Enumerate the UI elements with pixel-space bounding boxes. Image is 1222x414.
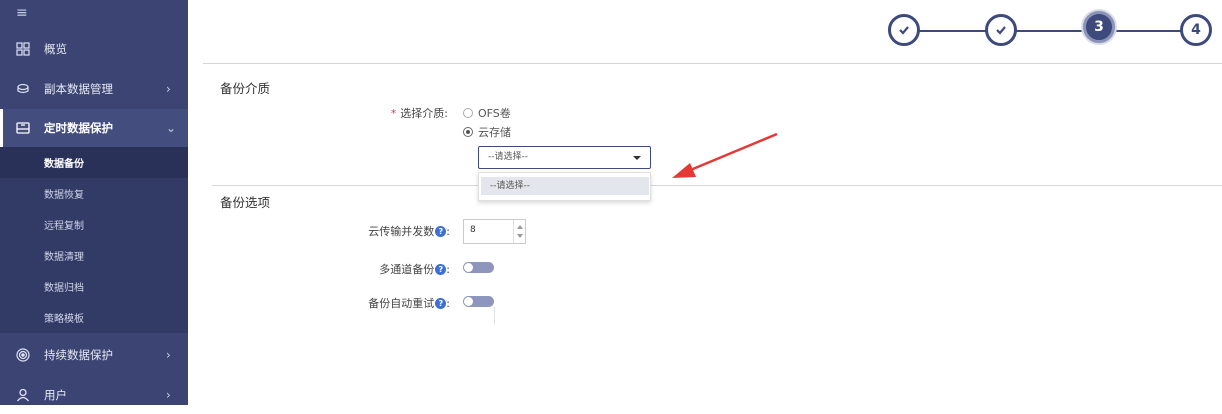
label-suffix: : (446, 297, 450, 310)
step-connector (1110, 30, 1186, 32)
user-icon (16, 388, 30, 402)
sidebar-subitem-backup[interactable]: 数据备份 (0, 147, 188, 178)
chevron-right-icon: › (166, 82, 171, 96)
sidebar-subitem-label: 数据恢复 (44, 190, 84, 201)
toggle-knob (464, 297, 473, 306)
divider (651, 185, 1222, 186)
dropdown-option[interactable]: --请选择-- (481, 177, 649, 195)
sidebar-subitem-remote-copy[interactable]: 远程复制 (0, 209, 188, 240)
stepper-down-icon[interactable] (517, 234, 523, 238)
check-icon (899, 26, 909, 35)
schedule-protect-icon (16, 121, 30, 135)
sidebar-subitem-label: 数据清理 (44, 252, 84, 263)
radio-ofs-volume[interactable]: OFS卷 (463, 105, 511, 121)
sidebar-item-scheduled-protect[interactable]: 定时数据保护 ⌄ (0, 109, 188, 147)
step-2 (985, 14, 1017, 46)
sidebar-subitem-label: 数据备份 (44, 159, 84, 170)
sidebar-item-label: 用户 (44, 388, 67, 402)
sidebar-item-overview[interactable]: 概览 (0, 30, 188, 68)
check-icon (996, 26, 1006, 35)
required-mark: * (390, 107, 397, 120)
sidebar-item-continuous-protect[interactable]: 持续数据保护 › (0, 336, 188, 374)
grid-icon (16, 42, 30, 56)
multichannel-toggle[interactable] (463, 262, 494, 273)
menu-icon[interactable]: ≡ (16, 5, 28, 21)
copy-data-icon (16, 82, 30, 96)
active-indicator (0, 109, 3, 147)
sidebar-subitem-label: 远程复制 (44, 221, 84, 232)
sidebar-item-label: 持续数据保护 (44, 348, 113, 362)
media-field-label-text: 选择介质: (400, 107, 448, 120)
continuous-protect-icon (16, 348, 30, 362)
step-3: 3 (1083, 11, 1115, 43)
chevron-down-icon: ⌄ (166, 121, 177, 135)
concurrency-value: 8 (470, 225, 476, 235)
stepper-up-icon[interactable] (517, 225, 523, 229)
multichannel-label-text: 多通道备份 (379, 263, 435, 276)
radio-button[interactable] (463, 108, 473, 118)
sidebar-item-user[interactable]: 用户 › (0, 376, 188, 414)
chevron-right-icon: › (166, 348, 171, 362)
media-field-label: * 选择介质: (370, 105, 448, 121)
stepper-buttons[interactable] (513, 220, 525, 243)
cloud-storage-select[interactable]: --请选择-- (478, 146, 651, 169)
chevron-right-icon: › (166, 388, 171, 402)
radio-cloud-storage[interactable]: 云存储 (463, 124, 511, 140)
toggle-knob (464, 263, 473, 272)
divider (212, 185, 478, 186)
sidebar-subitem-cleanup[interactable]: 数据清理 (0, 240, 188, 271)
sidebar-subitem-policy-template[interactable]: 策略模板 (0, 302, 188, 333)
divider (494, 307, 495, 324)
step-4: 4 (1180, 14, 1212, 46)
label-suffix: : (446, 263, 450, 276)
radio-button[interactable] (463, 127, 473, 137)
auto-retry-label-text: 备份自动重试 (368, 297, 435, 310)
sidebar-subitem-archive[interactable]: 数据归档 (0, 271, 188, 302)
section-title-media: 备份介质 (220, 81, 271, 96)
arrow-annotation-icon (672, 132, 778, 178)
step-indicator: 3 4 (886, 11, 1216, 48)
caret-down-icon (633, 156, 641, 160)
auto-retry-label: 备份自动重试?: (340, 295, 450, 311)
divider (203, 63, 1222, 64)
concurrency-label: 云传输并发数?: (340, 223, 450, 239)
section-title-options: 备份选项 (220, 195, 271, 210)
auto-retry-toggle[interactable] (463, 296, 494, 307)
help-icon[interactable]: ? (435, 226, 447, 237)
radio-label: 云存储 (478, 126, 511, 139)
sidebar: ≡ 概览 副本数据管理 › 定时数据保护 ⌄ 数据备份 数据恢复 远程复制 数据… (0, 0, 188, 405)
radio-label: OFS卷 (478, 107, 511, 120)
multichannel-label: 多通道备份?: (340, 261, 450, 277)
sidebar-subitem-restore[interactable]: 数据恢复 (0, 178, 188, 209)
select-value: --请选择-- (488, 152, 528, 162)
sidebar-item-label: 副本数据管理 (44, 82, 113, 96)
sidebar-item-label: 定时数据保护 (44, 121, 113, 135)
concurrency-stepper[interactable]: 8 (463, 219, 526, 244)
help-icon[interactable]: ? (435, 264, 447, 275)
sidebar-item-copy-data[interactable]: 副本数据管理 › (0, 70, 188, 108)
step-connector (916, 30, 986, 32)
label-suffix: : (446, 225, 450, 238)
help-icon[interactable]: ? (435, 298, 447, 309)
step-connector (1013, 30, 1083, 32)
sidebar-item-label: 概览 (44, 42, 67, 56)
step-1 (888, 14, 920, 46)
sidebar-subitem-label: 数据归档 (44, 283, 84, 294)
select-dropdown: --请选择-- (478, 172, 651, 201)
concurrency-label-text: 云传输并发数 (368, 225, 435, 238)
sidebar-subitem-label: 策略模板 (44, 314, 84, 325)
